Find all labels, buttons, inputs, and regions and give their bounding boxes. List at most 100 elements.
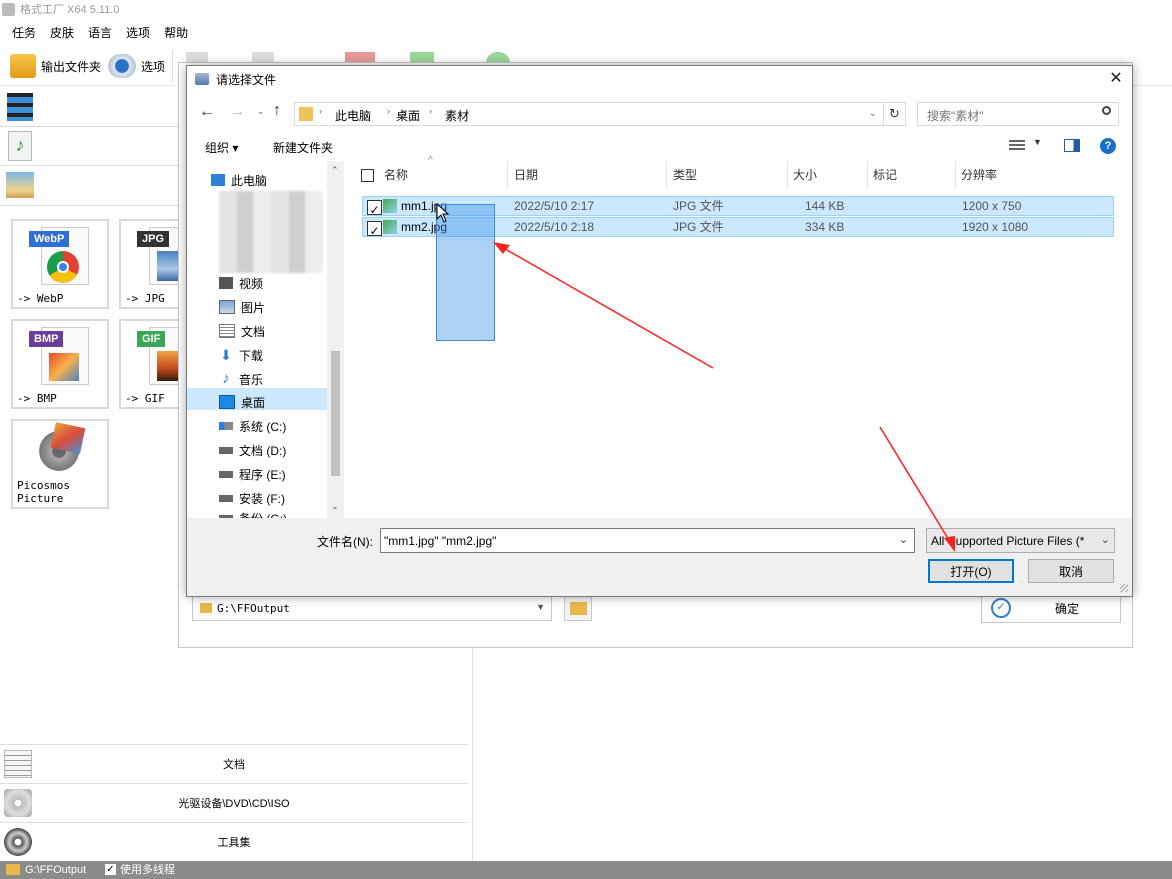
file-type: JPG 文件 [673, 199, 724, 213]
breadcrumb-this-pc[interactable]: 此电脑 [335, 107, 371, 124]
sidebar-item-drive-e[interactable]: 程序 (E:) [219, 463, 286, 485]
sidebar-scrollbar[interactable]: ⌃ ⌄ [327, 161, 344, 518]
toolbox-category[interactable]: 工具集 [0, 822, 468, 860]
refresh-icon[interactable]: ↻ [884, 102, 906, 126]
file-type-filter-select[interactable]: All Supported Picture Files (* ⌄ [926, 528, 1115, 553]
menu-skin[interactable]: 皮肤 [50, 22, 74, 44]
help-icon[interactable]: ? [1100, 138, 1116, 154]
file-date: 2022/5/10 2:17 [514, 199, 595, 213]
cancel-button[interactable]: 取消 [1028, 559, 1114, 583]
document-category[interactable]: 文档 [0, 744, 468, 782]
output-path-combo[interactable]: G:\FFOutput ▼ [192, 595, 552, 621]
folder-icon [200, 603, 212, 613]
select-all-checkbox[interactable] [361, 169, 374, 182]
tile-label: -> WebP [17, 292, 64, 305]
documents-folder-icon [219, 324, 235, 338]
address-bar[interactable]: › 此电脑 › 桌面 › 素材 ⌄ [294, 102, 884, 126]
folder-icon [299, 107, 313, 121]
tile-label: -> GIF [125, 392, 165, 405]
tile-label: -> BMP [17, 392, 57, 405]
output-folder-button[interactable]: 输出文件夹 [10, 52, 101, 80]
scrollbar-thumb[interactable] [331, 351, 340, 476]
film-icon [7, 93, 33, 121]
new-folder-button[interactable]: 新建文件夹 [273, 139, 333, 156]
sidebar-item-drive-g[interactable]: 备份 (G:) [219, 507, 287, 518]
sidebar-item-downloads[interactable]: ⬇ 下载 [219, 344, 263, 366]
dialog-title: 请选择文件 [216, 73, 277, 87]
filename-input[interactable]: "mm1.jpg" "mm2.jpg" ⌄ [380, 528, 915, 553]
column-size[interactable]: 大小 [793, 161, 817, 189]
music-icon: ♪ [222, 370, 230, 387]
search-icon [1102, 106, 1111, 115]
forward-arrow-icon[interactable]: → [229, 103, 245, 121]
view-dropdown-icon[interactable]: ▼ [1033, 137, 1042, 147]
file-resolution: 1200 x 750 [962, 199, 1022, 213]
close-icon[interactable]: ✕ [1105, 68, 1127, 90]
sidebar-item-desktop[interactable]: 桌面 [219, 391, 265, 413]
menu-help[interactable]: 帮助 [164, 22, 188, 44]
sidebar-item-this-pc[interactable]: 此电脑 [211, 169, 267, 191]
search-input[interactable]: 搜索"素材" [917, 102, 1119, 126]
menu-language[interactable]: 语言 [88, 22, 112, 44]
tile-picosmos[interactable]: Picosmos Picture [11, 419, 109, 509]
row-checkbox[interactable]: ✓ [367, 221, 382, 238]
dialog-footer: 文件名(N): "mm1.jpg" "mm2.jpg" ⌄ All Suppor… [187, 518, 1132, 596]
multithread-checkbox[interactable]: ✓ [105, 864, 116, 875]
status-output-path[interactable]: G:\FFOutput [25, 861, 86, 879]
audio-category[interactable]: ♪ [0, 127, 40, 165]
open-button[interactable]: 打开(O) [928, 559, 1014, 583]
disc-icon [4, 789, 32, 817]
address-dropdown-icon[interactable]: ⌄ [869, 108, 877, 119]
sidebar-item-music[interactable]: ♪ 音乐 [219, 368, 263, 390]
back-arrow-icon[interactable]: ← [199, 103, 215, 121]
preview-pane-icon[interactable] [1064, 139, 1080, 152]
confirm-button[interactable]: ✓ 确定 [981, 593, 1121, 623]
row-checkbox[interactable]: ✓ [367, 200, 382, 217]
resize-grip-icon[interactable] [1120, 584, 1128, 592]
column-name[interactable]: 名称 [384, 161, 408, 189]
sidebar-item-pictures[interactable]: 图片 [219, 296, 265, 318]
folder-icon [570, 602, 587, 615]
computer-icon [211, 174, 225, 186]
drive-c-icon [219, 422, 233, 430]
file-list: ^ 名称 日期 类型 大小 标记 分辨率 ✓ mm1.jpg 2022/5/10… [347, 155, 1132, 518]
recent-locations-chevron-icon[interactable]: ⌄ [257, 106, 265, 117]
navigation-bar: ← → ⌄ ↑ › 此电脑 › 桌面 › 素材 ⌄ ↻ 搜索"素材" [187, 99, 1132, 129]
filename-history-dropdown-icon[interactable]: ⌄ [899, 533, 908, 546]
sidebar-item-videos[interactable]: 视频 [219, 272, 263, 294]
tile-bmp[interactable]: BMP -> BMP [11, 319, 109, 409]
scroll-up-icon[interactable]: ⌃ [331, 165, 339, 176]
picture-category[interactable] [0, 166, 40, 204]
options-button[interactable]: 选项 [108, 52, 165, 80]
browse-folder-button[interactable] [564, 595, 592, 621]
column-tags[interactable]: 标记 [873, 161, 897, 189]
sidebar-item-documents[interactable]: 文档 [219, 320, 265, 342]
view-options-icon[interactable] [1009, 140, 1025, 152]
open-file-dialog: 请选择文件 ✕ ← → ⌄ ↑ › 此电脑 › 桌面 › 素材 ⌄ ↻ 搜索"素… [186, 65, 1133, 597]
column-date[interactable]: 日期 [514, 161, 538, 189]
breadcrumb-separator-icon: › [319, 106, 322, 116]
file-type: JPG 文件 [673, 220, 724, 234]
column-type[interactable]: 类型 [673, 161, 697, 189]
scroll-down-icon[interactable]: ⌄ [331, 501, 339, 512]
menu-options[interactable]: 选项 [126, 22, 150, 44]
sidebar-item-drive-f[interactable]: 安装 (F:) [219, 487, 285, 509]
sidebar-item-drive-d[interactable]: 文档 (D:) [219, 439, 286, 461]
up-arrow-icon[interactable]: ↑ [273, 102, 281, 120]
sidebar-item-drive-c[interactable]: 系统 (C:) [219, 415, 286, 437]
column-resolution[interactable]: 分辨率 [961, 161, 997, 189]
optical-drive-category[interactable]: 光驱设备\DVD\CD\ISO [0, 783, 468, 821]
chevron-down-icon: ▼ [536, 602, 545, 612]
command-bar: 组织 ▾ 新建文件夹 ▼ ? [187, 131, 1132, 161]
tile-webp[interactable]: WebP -> WebP [11, 219, 109, 309]
breadcrumb-desktop[interactable]: 桌面 [396, 107, 420, 124]
video-category[interactable] [0, 88, 40, 126]
menu-task[interactable]: 任务 [12, 22, 36, 44]
video-folder-icon [219, 277, 233, 289]
breadcrumb-material[interactable]: 素材 [445, 107, 469, 124]
check-circle-icon: ✓ [991, 598, 1011, 618]
folder-icon [10, 54, 36, 78]
menu-bar: 任务 皮肤 语言 选项 帮助 [0, 22, 1172, 44]
gear-icon [108, 54, 136, 78]
organize-menu[interactable]: 组织 ▾ [205, 139, 238, 156]
